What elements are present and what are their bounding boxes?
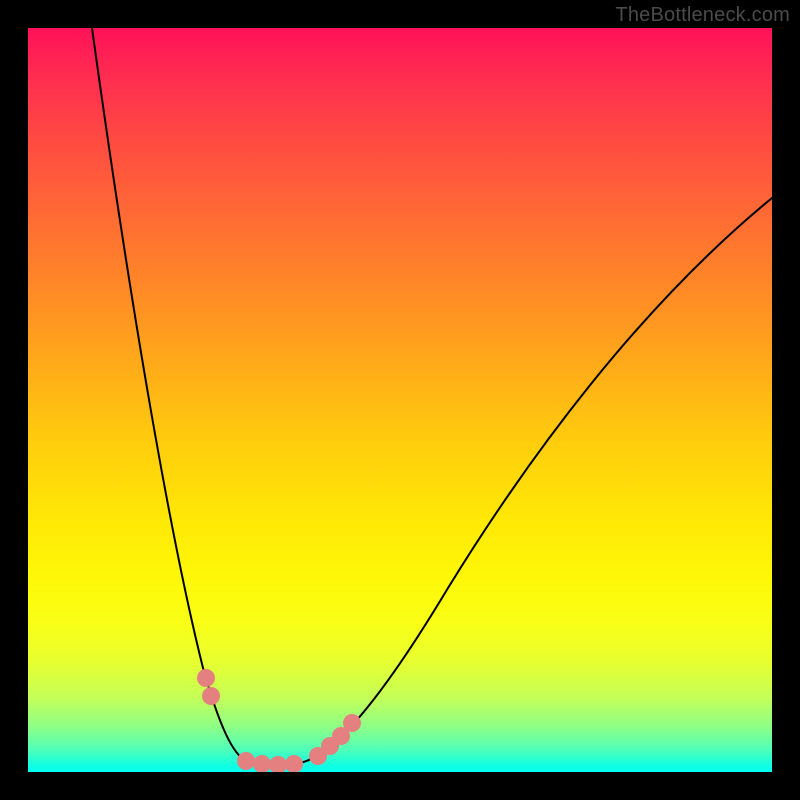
marker-point: [269, 756, 287, 772]
marker-point: [237, 752, 255, 770]
marker-point: [285, 755, 303, 772]
watermark-text: TheBottleneck.com: [615, 4, 790, 27]
plot-area: [28, 28, 772, 772]
marker-point: [197, 669, 215, 687]
marker-point: [343, 714, 361, 732]
chart-frame: TheBottleneck.com: [0, 0, 800, 800]
marker-point: [202, 687, 220, 705]
marker-point: [253, 755, 271, 772]
curve-layer: [28, 28, 772, 772]
right-curve: [278, 198, 772, 765]
left-curve: [92, 28, 278, 765]
